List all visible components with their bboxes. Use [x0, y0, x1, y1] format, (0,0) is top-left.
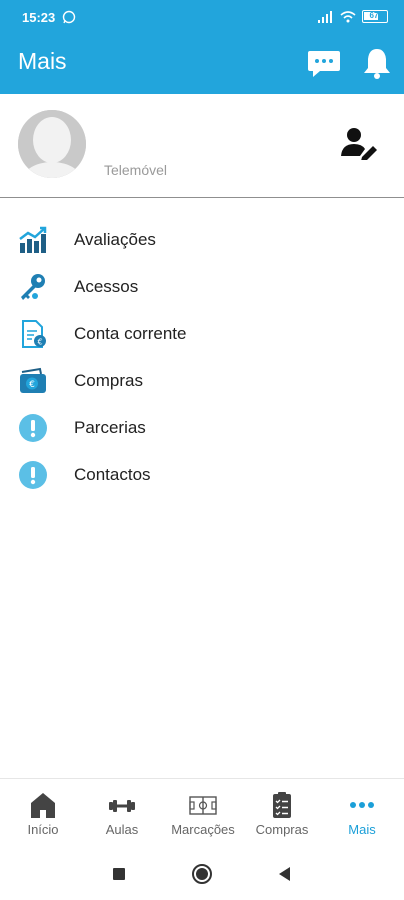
nav-label: Compras [255, 822, 309, 837]
wallet-euro-icon: € [20, 367, 46, 393]
status-icons: 67 [318, 10, 388, 23]
exclamation-icon [19, 461, 47, 489]
nav-label: Início [27, 822, 59, 837]
nav-label: Aulas [105, 822, 139, 837]
nav-item-compras[interactable]: Compras [242, 779, 322, 847]
whatsapp-icon [62, 10, 76, 24]
home-button-icon[interactable] [191, 863, 213, 885]
chart-icon [19, 226, 47, 253]
page-title: Mais [18, 48, 67, 74]
status-bar: 15:23 67 [0, 0, 404, 36]
menu-item-contactos[interactable]: Contactos [0, 451, 404, 498]
nav-item-aulas[interactable]: Aulas [82, 779, 162, 847]
nav-label: Marcações [171, 822, 235, 837]
avatar-placeholder-icon [18, 110, 86, 178]
menu-item-label: Contactos [74, 465, 151, 484]
dumbbell-icon [109, 800, 135, 812]
back-icon[interactable] [274, 863, 296, 885]
edit-profile-icon[interactable] [340, 126, 378, 160]
recents-icon[interactable] [108, 863, 130, 885]
clipboard-icon [273, 792, 291, 818]
menu-item-acessos[interactable]: Acessos [0, 263, 404, 310]
more-dots-icon [350, 802, 374, 808]
app-bar: Mais [0, 36, 404, 94]
menu-item-label: Conta corrente [74, 324, 187, 343]
bottom-nav: Início Aulas Marcações Compras Mais [0, 778, 404, 846]
home-icon [31, 793, 55, 818]
document-euro-icon: € [22, 320, 46, 348]
bell-icon[interactable] [361, 46, 393, 80]
menu-item-parcerias[interactable]: Parcerias [0, 404, 404, 451]
nav-label: Mais [348, 822, 376, 837]
court-icon [189, 796, 217, 815]
nav-item-inicio[interactable]: Início [3, 779, 83, 847]
profile-section: Telemóvel [0, 94, 404, 198]
status-time: 15:23 [22, 10, 56, 25]
svg-text:€: € [37, 338, 42, 347]
nav-item-mais[interactable]: Mais [322, 779, 402, 847]
menu-item-conta-corrente[interactable]: € Conta corrente [0, 310, 404, 357]
menu-list: Avaliações Acessos € Conta corrente € Co… [0, 216, 404, 498]
menu-item-label: Acessos [74, 277, 139, 296]
menu-item-label: Parcerias [74, 418, 146, 437]
nav-item-marcacoes[interactable]: Marcações [163, 779, 243, 847]
menu-item-compras[interactable]: € Compras [0, 357, 404, 404]
menu-item-label: Avaliações [74, 230, 156, 249]
svg-text:€: € [29, 380, 35, 390]
battery-level: 67 [369, 11, 379, 20]
wifi-icon [340, 10, 356, 22]
signal-icon [318, 10, 332, 23]
phone-label: Telemóvel [104, 162, 168, 178]
chat-icon[interactable] [307, 47, 341, 81]
menu-item-label: Compras [74, 371, 143, 390]
battery-icon: 67 [362, 10, 388, 23]
system-nav-bar [0, 847, 404, 900]
avatar[interactable] [18, 110, 86, 178]
menu-item-avaliacoes[interactable]: Avaliações [0, 216, 404, 263]
key-icon [21, 274, 45, 300]
exclamation-icon [19, 414, 47, 442]
